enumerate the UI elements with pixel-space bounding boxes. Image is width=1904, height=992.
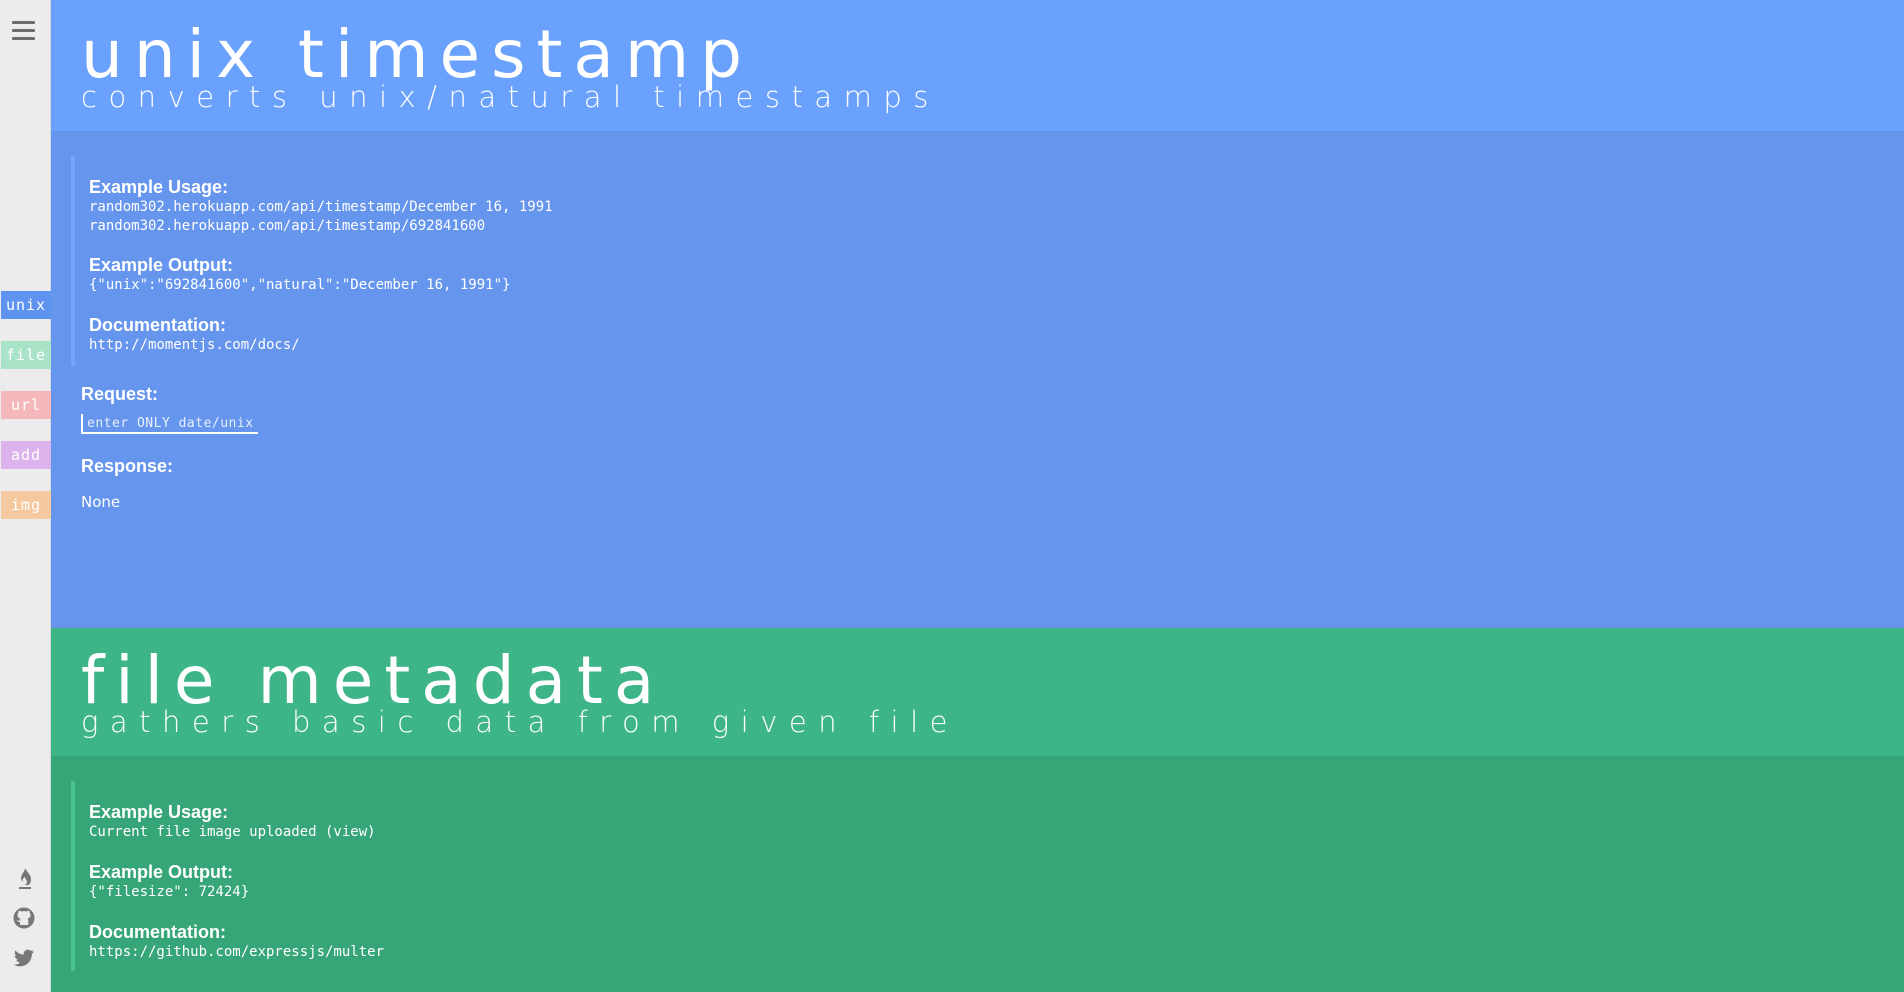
documentation-link[interactable]: http://momentjs.com/docs/: [89, 336, 300, 355]
response-label: Response:: [81, 456, 174, 476]
sidebar-tab-add[interactable]: add: [1, 441, 51, 469]
flame-icon[interactable]: [12, 866, 36, 890]
documentation-label: Documentation:: [89, 922, 226, 942]
example-output-value: {"unix":"692841600","natural":"December …: [89, 277, 511, 293]
sidebar-tab-unix[interactable]: unix: [1, 291, 51, 319]
github-icon[interactable]: [12, 906, 36, 930]
unix-info-block: Example Usage: random302.herokuapp.com/a…: [71, 156, 553, 366]
main-content: unix timestamp converts unix/natural tim…: [51, 0, 1904, 992]
file-section-header: file metadata gathers basic data from gi…: [51, 628, 1904, 756]
documentation-label: Documentation:: [89, 315, 226, 335]
example-output-label: Example Output:: [89, 255, 234, 275]
hamburger-menu-icon[interactable]: [12, 21, 35, 40]
file-section-subtitle: gathers basic data from given file: [81, 705, 959, 739]
unix-section-subtitle: converts unix/natural timestamps: [81, 80, 940, 114]
unix-section-header: unix timestamp converts unix/natural tim…: [51, 0, 1904, 131]
twitter-icon[interactable]: [12, 946, 36, 970]
example-usage-line: random302.herokuapp.com/api/timestamp/69…: [89, 218, 486, 234]
sidebar: unix file url add img: [0, 0, 51, 992]
file-section-body: Example Usage: Current file image upload…: [51, 756, 1904, 992]
unix-section-body: Example Usage: random302.herokuapp.com/a…: [51, 131, 1904, 628]
example-output-value: {"filesize": 72424}: [89, 884, 250, 900]
request-input[interactable]: [81, 414, 258, 434]
example-usage-label: Example Usage:: [89, 802, 229, 822]
sidebar-tab-file[interactable]: file: [1, 341, 51, 369]
unix-section-title: unix timestamp: [81, 16, 754, 93]
example-usage-label: Example Usage:: [89, 177, 229, 197]
request-label: Request:: [81, 384, 159, 404]
example-usage-line: random302.herokuapp.com/api/timestamp/De…: [89, 199, 553, 215]
example-output-label: Example Output:: [89, 862, 234, 882]
response-value: None: [81, 493, 121, 511]
sidebar-tab-url[interactable]: url: [1, 391, 51, 419]
sidebar-tab-img[interactable]: img: [1, 491, 51, 519]
file-info-block: Example Usage: Current file image upload…: [71, 781, 384, 971]
example-usage-line: Current file image uploaded (view): [89, 824, 376, 840]
documentation-link[interactable]: https://github.com/expressjs/multer: [89, 943, 384, 962]
